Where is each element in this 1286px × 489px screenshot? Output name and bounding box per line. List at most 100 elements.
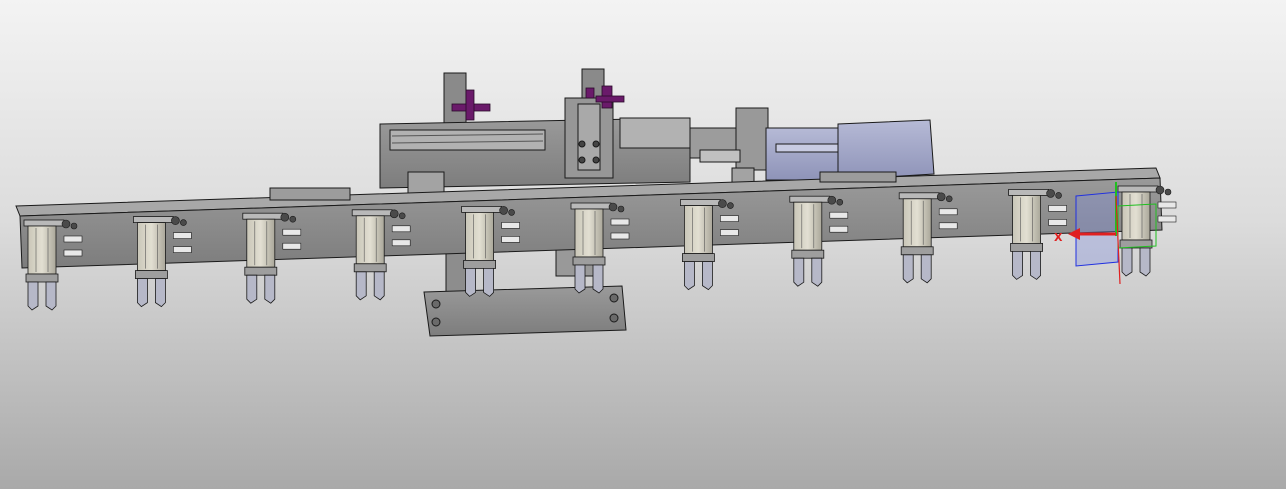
air-connector xyxy=(282,228,302,236)
air-fitting-icon xyxy=(1055,192,1062,199)
air-connector xyxy=(610,218,630,226)
gripper-top-plate xyxy=(680,199,721,207)
air-connector xyxy=(63,249,83,257)
gripper-jaw-left xyxy=(574,264,586,294)
jaw-base xyxy=(25,273,59,283)
pneumatic-cylinder xyxy=(793,201,823,251)
air-fitting-icon xyxy=(617,205,625,213)
pneumatic-cylinder xyxy=(355,215,385,265)
pneumatic-cylinder xyxy=(465,211,495,261)
gripper-top-plate xyxy=(23,219,65,227)
gripper-unit[interactable] xyxy=(1117,185,1177,277)
air-fitting-icon xyxy=(389,209,399,219)
air-connector xyxy=(1157,215,1177,223)
gripper-jaw-right xyxy=(45,281,57,311)
x-axis-label: X xyxy=(1054,231,1063,244)
air-fitting-icon xyxy=(280,212,290,222)
gripper-jaw-left xyxy=(246,274,258,304)
pneumatic-cylinder xyxy=(136,222,166,272)
air-fitting-icon xyxy=(398,212,406,220)
gripper-top-plate xyxy=(1008,188,1049,196)
air-fitting-icon xyxy=(836,198,844,206)
air-fitting-icon xyxy=(727,202,734,209)
air-fitting-icon xyxy=(171,216,180,225)
gripper-jaw-right xyxy=(920,254,932,284)
air-connector xyxy=(829,225,849,233)
air-fitting-icon xyxy=(61,219,71,229)
air-connector xyxy=(938,222,958,230)
air-fitting-icon xyxy=(70,222,78,230)
pneumatic-cylinder xyxy=(27,225,57,275)
air-connector xyxy=(1048,219,1067,226)
air-connector xyxy=(1157,201,1177,209)
air-fitting-icon xyxy=(1046,189,1055,198)
gripper-jaw-right xyxy=(154,278,166,308)
gripper-jaw-right xyxy=(483,267,495,297)
jaw-base xyxy=(572,256,606,266)
air-connector xyxy=(63,235,83,243)
gripper-jaw-right xyxy=(702,261,713,291)
jaw-base xyxy=(682,253,715,263)
gripper-top-plate xyxy=(132,216,174,224)
linear-module[interactable] xyxy=(379,68,769,195)
air-connector xyxy=(938,208,958,216)
gripper-top-plate xyxy=(570,202,612,210)
air-fitting-icon xyxy=(608,202,618,212)
air-connector xyxy=(391,225,411,233)
servo-motor[interactable] xyxy=(765,119,935,181)
pneumatic-cylinder xyxy=(902,198,932,248)
cad-3d-viewport[interactable]: X xyxy=(0,0,1286,489)
pneumatic-cylinder xyxy=(246,218,276,268)
air-fitting-icon xyxy=(499,206,508,215)
jaw-base xyxy=(463,259,497,269)
assembly-model[interactable]: X xyxy=(0,0,1286,489)
gripper-jaw-right xyxy=(1030,250,1041,280)
gripper-top-plate xyxy=(242,212,284,220)
air-fitting-icon xyxy=(1164,188,1172,196)
gripper-top-plate xyxy=(351,209,393,217)
air-connector xyxy=(501,222,520,229)
gripper-jaw-left xyxy=(793,257,805,287)
air-fitting-icon xyxy=(827,195,837,205)
gripper-jaw-left xyxy=(684,261,695,291)
gripper-jaw-right xyxy=(811,257,823,287)
gripper-jaw-left xyxy=(465,267,477,297)
air-fitting-icon xyxy=(289,215,297,223)
pneumatic-cylinder xyxy=(1012,194,1041,244)
air-connector xyxy=(829,211,849,219)
air-fitting-icon xyxy=(180,219,187,226)
gripper-jaw-right xyxy=(373,271,385,301)
pneumatic-cylinder xyxy=(684,205,713,255)
air-connector xyxy=(391,239,411,247)
air-connector xyxy=(1048,205,1067,212)
air-fitting-icon xyxy=(508,209,515,216)
air-connector xyxy=(610,232,630,240)
air-connector xyxy=(720,229,739,236)
air-fitting-icon xyxy=(718,199,727,208)
gripper-jaw-left xyxy=(902,254,914,284)
jaw-base xyxy=(1010,242,1043,252)
gripper-jaw-left xyxy=(355,271,367,301)
gripper-jaw-right xyxy=(1139,247,1151,277)
air-fitting-icon xyxy=(936,192,946,202)
jaw-base xyxy=(353,263,387,273)
gripper-top-plate xyxy=(1117,185,1159,193)
pneumatic-cylinder xyxy=(1121,191,1151,241)
gripper-jaw-left xyxy=(1121,247,1133,277)
gripper-jaw-left xyxy=(136,278,148,308)
air-connector xyxy=(501,236,520,243)
jaw-base xyxy=(791,249,825,259)
jaw-base xyxy=(244,266,278,276)
air-connector xyxy=(173,246,192,253)
triad-plane xyxy=(1075,191,1119,267)
air-connector xyxy=(173,232,192,239)
jaw-base xyxy=(900,246,934,256)
air-fitting-icon xyxy=(1155,185,1165,195)
gripper-top-plate xyxy=(789,195,831,203)
gripper-jaw-left xyxy=(27,281,39,311)
gripper-jaw-right xyxy=(592,264,604,294)
pneumatic-cylinder xyxy=(574,208,604,258)
air-connector xyxy=(282,242,302,250)
gripper-jaw-left xyxy=(1012,250,1023,280)
jaw-base xyxy=(134,270,168,280)
